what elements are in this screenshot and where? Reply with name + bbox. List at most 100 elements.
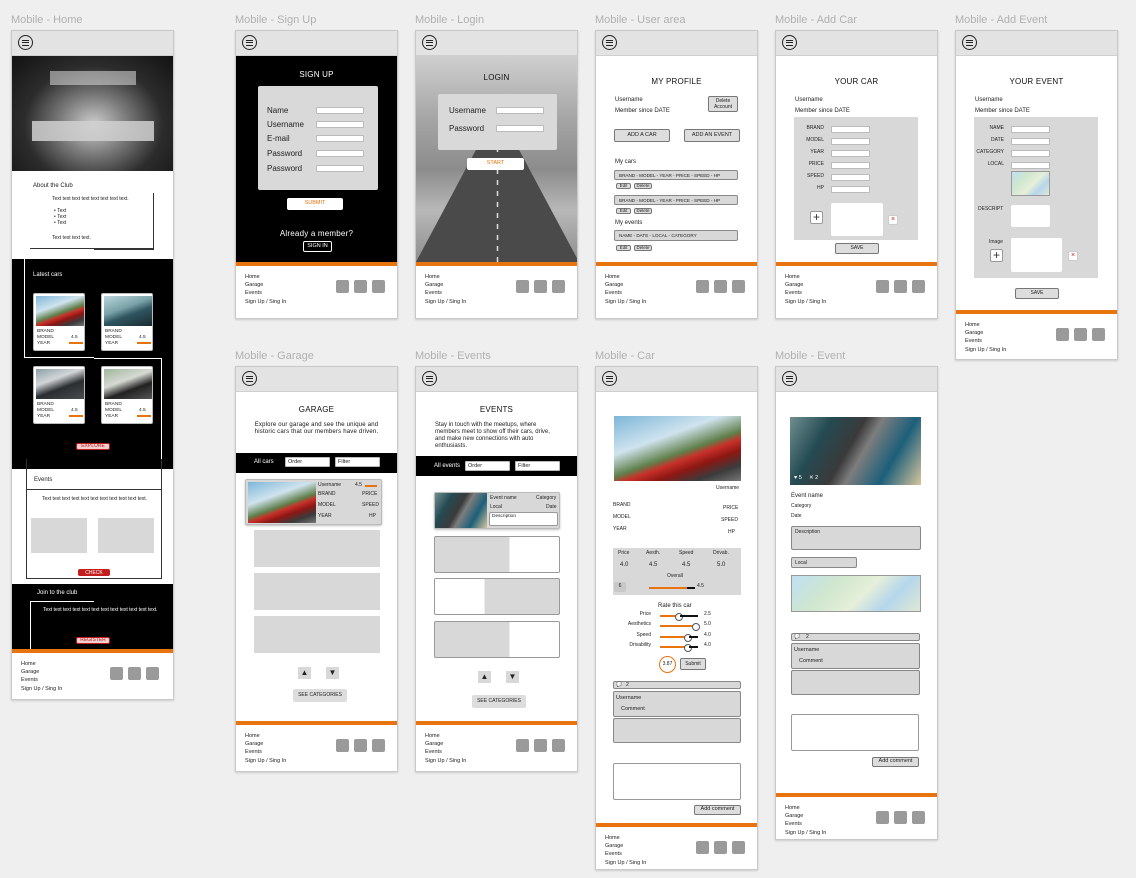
signin-button[interactable]: SIGN IN (303, 241, 332, 252)
description-input[interactable] (1011, 205, 1050, 227)
car-card[interactable]: BRAND MODEL YEAR 4.5 (33, 293, 85, 351)
add-comment-button[interactable]: Add comment (872, 757, 919, 767)
social-icon[interactable] (1074, 328, 1087, 341)
footer-link-signup[interactable]: Sign Up / Sing In (245, 298, 286, 306)
footer-link-garage[interactable]: Garage (21, 668, 62, 676)
car-card[interactable]: BRAND MODEL YEAR 4.5 (101, 293, 153, 351)
event-map[interactable] (791, 575, 921, 612)
menu-icon[interactable] (422, 35, 437, 50)
edit-button[interactable]: Edit (616, 183, 631, 189)
social-icon[interactable] (336, 739, 349, 752)
social-icon[interactable] (894, 280, 907, 293)
footer-link-garage[interactable]: Garage (785, 812, 826, 820)
hp-input[interactable] (831, 186, 870, 193)
social-icon[interactable] (696, 841, 709, 854)
footer-link-signup[interactable]: Sign Up / Sing In (605, 859, 646, 867)
footer-link-signup[interactable]: Sign Up / Sing In (425, 298, 466, 306)
footer-link-home[interactable]: Home (965, 321, 1006, 329)
delete-button[interactable]: Delete (634, 245, 652, 251)
date-input[interactable] (1011, 138, 1050, 145)
year-input[interactable] (831, 150, 870, 157)
menu-icon[interactable] (962, 35, 977, 50)
password-confirm-input[interactable] (316, 165, 364, 172)
footer-link-events[interactable]: Events (965, 337, 1006, 345)
remove-image-icon[interactable]: × (888, 215, 898, 225)
menu-icon[interactable] (602, 371, 617, 386)
footer-link-home[interactable]: Home (425, 273, 466, 281)
social-icon[interactable] (372, 739, 385, 752)
footer-link-home[interactable]: Home (21, 660, 62, 668)
social-icon[interactable] (732, 841, 745, 854)
footer-link-home[interactable]: Home (785, 273, 826, 281)
see-categories-button[interactable]: SEE CATEGORIES (472, 695, 526, 708)
footer-link-garage[interactable]: Garage (245, 281, 286, 289)
arrow-up-icon[interactable]: ▲ (478, 671, 491, 683)
social-icon[interactable] (534, 280, 547, 293)
arrow-up-icon[interactable]: ▲ (298, 667, 311, 679)
delete-button[interactable]: Delete (634, 208, 652, 214)
footer-link-home[interactable]: Home (245, 273, 286, 281)
footer-link-events[interactable]: Events (785, 289, 826, 297)
social-icon[interactable] (912, 280, 925, 293)
social-icon[interactable] (336, 280, 349, 293)
start-button[interactable]: START (467, 158, 524, 170)
delete-account-button[interactable]: Delete Account (708, 96, 738, 112)
car-card[interactable]: BRAND MODEL YEAR 4.5 (33, 366, 85, 424)
check-button[interactable]: CHECK (78, 569, 110, 576)
social-icon[interactable] (372, 280, 385, 293)
username-input[interactable] (496, 107, 544, 114)
footer-link-home[interactable]: Home (605, 834, 646, 842)
social-icon[interactable] (354, 739, 367, 752)
shares-count[interactable]: ✕ 2 (809, 475, 818, 481)
event-card[interactable]: Event name Category Local Date Descripti… (434, 492, 560, 529)
social-icon[interactable] (732, 280, 745, 293)
edit-button[interactable]: Edit (616, 245, 631, 251)
add-image-icon[interactable]: + (990, 249, 1003, 262)
footer-link-garage[interactable]: Garage (785, 281, 826, 289)
price-slider[interactable] (660, 612, 683, 621)
arrow-down-icon[interactable]: ▼ (326, 667, 339, 679)
social-icon[interactable] (714, 841, 727, 854)
footer-link-garage[interactable]: Garage (605, 842, 646, 850)
footer-link-garage[interactable]: Garage (965, 329, 1006, 337)
price-input[interactable] (831, 162, 870, 169)
arrow-down-icon[interactable]: ▼ (506, 671, 519, 683)
social-icon[interactable] (354, 280, 367, 293)
footer-link-events[interactable]: Events (425, 748, 466, 756)
footer-link-events[interactable]: Events (605, 850, 646, 858)
local-input[interactable] (1011, 162, 1050, 169)
social-icon[interactable] (876, 280, 889, 293)
filter-select[interactable]: Filter (515, 461, 560, 471)
footer-link-home[interactable]: Home (785, 804, 826, 812)
explore-button[interactable]: EXPLORE (76, 443, 110, 450)
social-icon[interactable] (912, 811, 925, 824)
brand-input[interactable] (831, 126, 870, 133)
aesthetics-slider[interactable] (660, 622, 700, 631)
social-icon[interactable] (128, 667, 141, 680)
remove-image-icon[interactable]: × (1068, 251, 1078, 261)
save-button[interactable]: SAVE (835, 243, 879, 254)
footer-link-garage[interactable]: Garage (245, 740, 286, 748)
all-events-tab[interactable]: All events (434, 463, 460, 470)
comment-textarea[interactable] (613, 763, 741, 800)
submit-button[interactable]: SUBMIT (287, 198, 343, 210)
social-icon[interactable] (696, 280, 709, 293)
social-icon[interactable] (894, 811, 907, 824)
add-car-button[interactable]: ADD A CAR (614, 129, 670, 142)
footer-link-events[interactable]: Events (425, 289, 466, 297)
edit-button[interactable]: Edit (616, 208, 631, 214)
social-icon[interactable] (110, 667, 123, 680)
footer-link-events[interactable]: Events (245, 748, 286, 756)
image-dropzone[interactable] (1011, 238, 1062, 272)
footer-link-home[interactable]: Home (425, 732, 466, 740)
footer-link-signup[interactable]: Sign Up / Sing In (425, 757, 466, 765)
footer-link-home[interactable]: Home (245, 732, 286, 740)
menu-icon[interactable] (782, 35, 797, 50)
footer-link-signup[interactable]: Sign Up / Sing In (245, 757, 286, 765)
add-comment-button[interactable]: Add comment (694, 805, 741, 815)
social-icon[interactable] (552, 739, 565, 752)
register-button[interactable]: REGISTER (76, 637, 110, 644)
footer-link-signup[interactable]: Sign Up / Sing In (785, 298, 826, 306)
filter-select[interactable]: Filter (335, 457, 380, 467)
menu-icon[interactable] (18, 35, 33, 50)
